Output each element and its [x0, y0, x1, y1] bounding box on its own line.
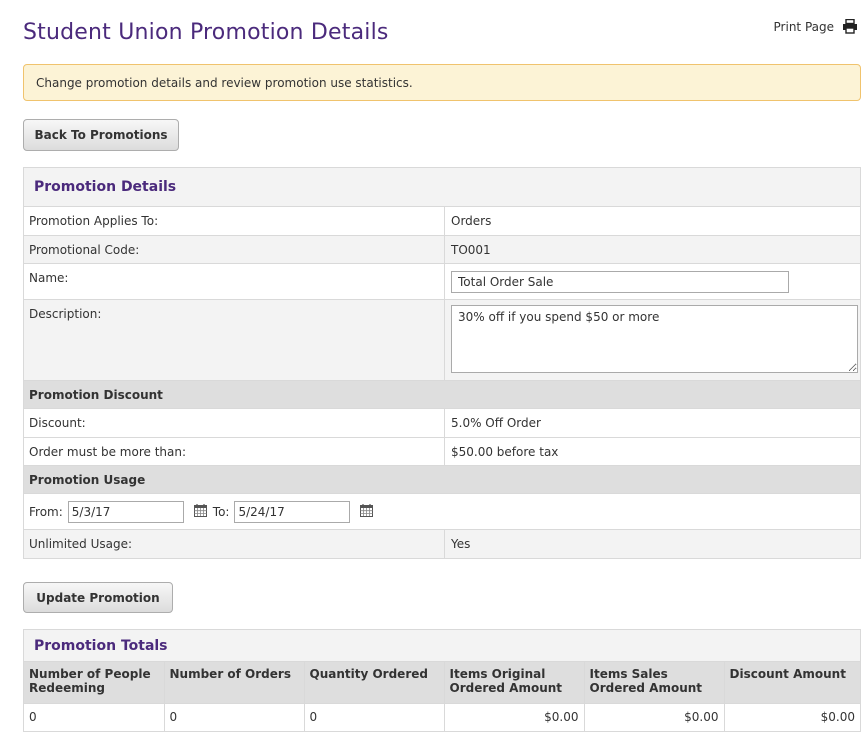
from-date-input[interactable]	[67, 500, 184, 523]
column-header: Number of Orders	[164, 662, 305, 704]
applies-to-value: Orders	[444, 207, 860, 235]
description-textarea[interactable]: 30% off if you spend $50 or more	[451, 305, 858, 373]
promo-code-value: TO001	[444, 236, 860, 263]
promotion-discount-heading: Promotion Discount	[24, 381, 860, 409]
table-cell: $0.00	[584, 703, 725, 732]
discount-row: Discount: 5.0% Off Order	[24, 409, 860, 438]
table-cell: 0	[164, 703, 305, 732]
unlimited-usage-value: Yes	[444, 530, 860, 558]
column-header: Number of People Redeeming	[24, 662, 165, 704]
back-to-promotions-button[interactable]: Back To Promotions	[23, 119, 179, 151]
table-cell: $0.00	[724, 703, 860, 732]
table-cell: $0.00	[444, 703, 585, 732]
update-promotion-button[interactable]: Update Promotion	[23, 582, 173, 613]
applies-to-label: Promotion Applies To:	[29, 214, 159, 228]
promotion-totals-panel: Promotion Totals Number of People Redeem…	[23, 629, 861, 732]
from-label: From:	[29, 504, 63, 519]
promotion-totals-table: Number of People Redeeming Number of Ord…	[24, 662, 860, 732]
promotion-details-panel: Promotion Details Promotion Applies To: …	[23, 167, 861, 559]
promo-code-row: Promotional Code: TO001	[24, 236, 860, 264]
promotion-details-heading: Promotion Details	[24, 168, 860, 207]
description-label: Description:	[29, 307, 102, 321]
column-header: Discount Amount	[724, 662, 860, 704]
info-alert: Change promotion details and review prom…	[23, 64, 861, 101]
alert-text: Change promotion details and review prom…	[36, 75, 413, 90]
column-header: Items Sales Ordered Amount	[584, 662, 725, 704]
calendar-icon[interactable]	[193, 503, 207, 520]
calendar-icon[interactable]	[360, 503, 374, 520]
print-page-label: Print Page	[773, 19, 834, 34]
promotion-totals-heading: Promotion Totals	[24, 630, 860, 662]
to-label: To:	[212, 504, 230, 519]
name-label: Name:	[29, 271, 69, 285]
discount-label: Discount:	[29, 416, 86, 430]
applies-to-row: Promotion Applies To: Orders	[24, 207, 860, 236]
table-cell: 0	[24, 703, 165, 732]
page-title: Student Union Promotion Details	[23, 20, 389, 45]
discount-value: 5.0% Off Order	[444, 409, 860, 437]
table-row: 0 0 0 $0.00 $0.00 $0.00	[24, 703, 860, 732]
column-header: Quantity Ordered	[304, 662, 445, 704]
usage-dates-row: From: To:	[24, 494, 860, 530]
column-header: Items Original Ordered Amount	[444, 662, 585, 704]
printer-icon	[842, 19, 858, 34]
table-cell: 0	[304, 703, 445, 732]
unlimited-usage-label: Unlimited Usage:	[29, 537, 133, 551]
minimum-order-value: $50.00 before tax	[444, 438, 860, 465]
name-row: Name:	[24, 264, 860, 300]
promotion-usage-heading: Promotion Usage	[24, 466, 860, 494]
print-page-link[interactable]: Print Page	[774, 19, 858, 34]
totals-header-row: Number of People Redeeming Number of Ord…	[24, 662, 860, 704]
to-date-input[interactable]	[234, 500, 351, 523]
unlimited-usage-row: Unlimited Usage: Yes	[24, 530, 860, 559]
name-input[interactable]	[451, 270, 789, 293]
description-row: Description: 30% off if you spend $50 or…	[24, 300, 860, 381]
promo-code-label: Promotional Code:	[29, 242, 140, 257]
minimum-order-row: Order must be more than: $50.00 before t…	[24, 438, 860, 466]
minimum-order-label: Order must be more than:	[29, 444, 187, 459]
